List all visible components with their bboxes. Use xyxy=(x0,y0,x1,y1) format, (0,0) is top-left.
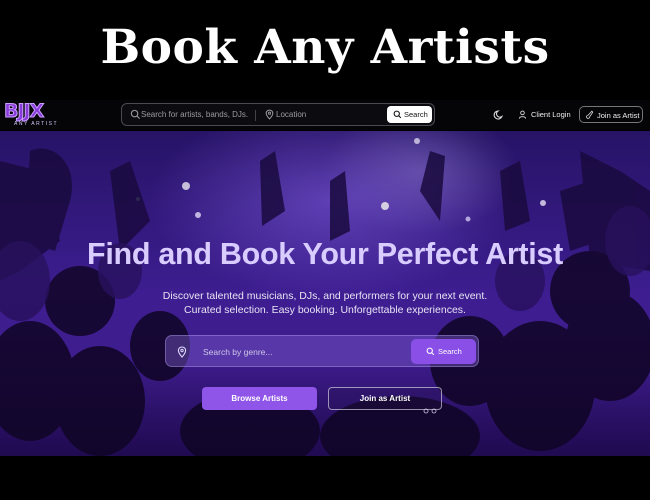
location-pin-icon xyxy=(177,346,187,358)
top-navbar: BJJX ANY ARTIST Search for artists, band… xyxy=(0,100,650,130)
nav-search-bar: Search for artists, bands, DJs. Location… xyxy=(121,103,435,126)
scroll-indicator-icon xyxy=(423,408,437,414)
promo-banner: Book Any Artists xyxy=(0,0,650,100)
nav-search-button-label: Search xyxy=(404,110,428,119)
hero-section: Find and Book Your Perfect Artist Discov… xyxy=(0,131,650,456)
hero-title: Find and Book Your Perfect Artist xyxy=(87,237,563,271)
banner-title: Book Any Artists xyxy=(100,20,550,75)
hero-search-button[interactable]: Search xyxy=(411,339,476,364)
client-login-label: Client Login xyxy=(531,110,571,119)
hero-subtitle: Discover talented musicians, DJs, and pe… xyxy=(0,289,650,317)
location-pin-icon xyxy=(265,109,274,120)
join-as-artist-nav-button[interactable]: Join as Artist xyxy=(579,106,643,123)
moon-icon[interactable] xyxy=(493,109,505,121)
guitar-icon xyxy=(586,110,594,119)
hero-search-bar: Search by genre... Search xyxy=(165,335,479,367)
hero-subtitle-line2: Curated selection. Easy booking. Unforge… xyxy=(184,304,466,316)
hero-search-button-label: Search xyxy=(438,347,462,356)
logo-subtext: ANY ARTIST xyxy=(14,121,58,127)
search-icon xyxy=(426,347,435,356)
user-icon xyxy=(518,110,527,119)
divider xyxy=(255,110,256,121)
join-as-artist-nav-label: Join as Artist xyxy=(597,111,640,120)
nav-search-button[interactable]: Search xyxy=(387,106,432,123)
logo-mark: BJJX xyxy=(3,100,44,122)
join-as-artist-button[interactable]: Join as Artist xyxy=(328,387,442,410)
hero-subtitle-line1: Discover talented musicians, DJs, and pe… xyxy=(162,290,488,302)
bottom-bar xyxy=(0,456,650,500)
search-icon xyxy=(130,109,141,120)
logo[interactable]: BJJX ANY ARTIST xyxy=(2,100,68,130)
nav-search-input[interactable]: Search for artists, bands, DJs. xyxy=(141,110,248,119)
search-icon xyxy=(393,110,402,119)
hero-search-input[interactable]: Search by genre... xyxy=(203,347,272,357)
nav-location-input[interactable]: Location xyxy=(276,110,306,119)
browse-artists-button[interactable]: Browse Artists xyxy=(202,387,317,410)
